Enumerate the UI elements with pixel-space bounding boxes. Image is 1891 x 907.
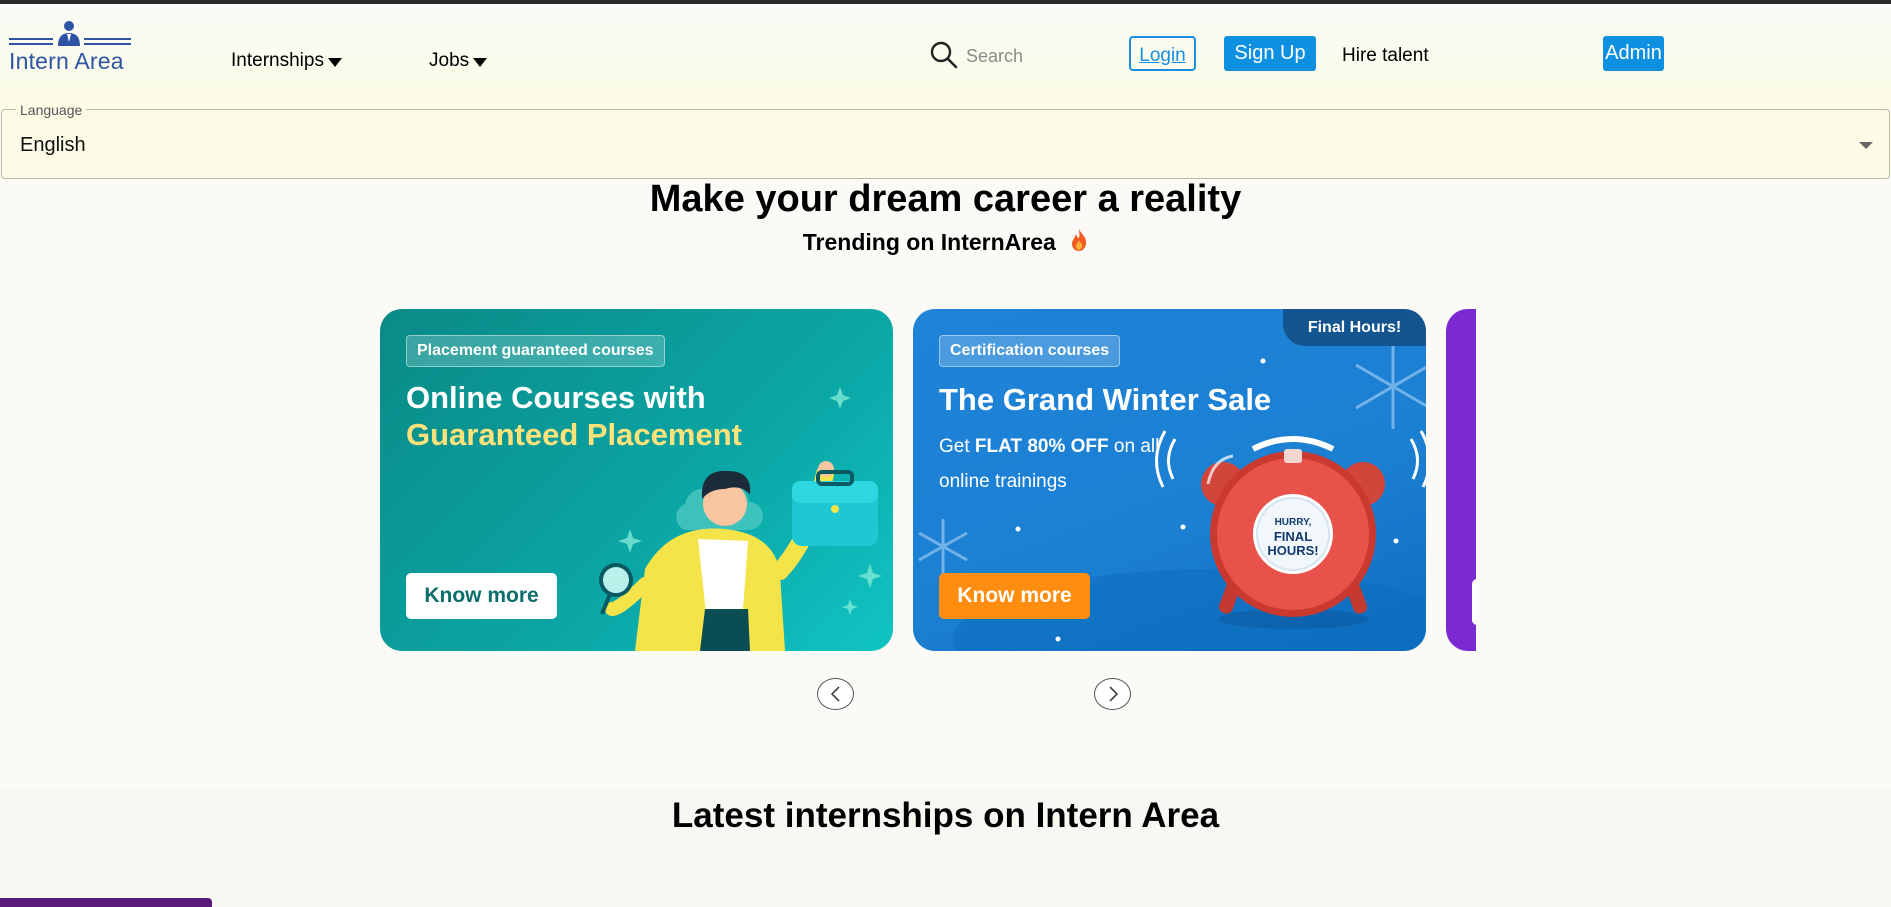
caret-down-icon: [327, 57, 342, 67]
caret-down-icon: [473, 57, 488, 67]
card-button-partial[interactable]: [1472, 579, 1476, 625]
clock-text-line3: HOURS!: [1267, 543, 1319, 558]
nav-jobs[interactable]: Jobs: [429, 50, 488, 72]
language-select[interactable]: Language English: [1, 102, 1890, 179]
know-more-button[interactable]: Know more: [406, 573, 557, 619]
language-selected-value: English: [20, 134, 86, 156]
trending-text: Trending on InternArea: [802, 229, 1056, 255]
logo-text: Intern Area: [9, 48, 124, 74]
language-legend: Language: [16, 102, 87, 118]
hire-talent-link[interactable]: Hire talent: [1342, 45, 1429, 67]
card-badge: Placement guaranteed courses: [406, 335, 665, 367]
final-hours-tag: Final Hours!: [1283, 309, 1426, 346]
admin-button[interactable]: Admin: [1603, 36, 1664, 71]
signup-button[interactable]: Sign Up: [1224, 36, 1316, 71]
intern-area-logo[interactable]: Intern Area: [9, 20, 133, 74]
search-icon[interactable]: [929, 40, 959, 70]
carousel-prev-button[interactable]: [817, 678, 854, 710]
card-subtitle-offer: FLAT 80% OFF: [974, 436, 1109, 457]
nav-internships-label: Internships: [231, 50, 324, 71]
course-card-winter-sale[interactable]: Final Hours! Certification courses The G…: [913, 309, 1426, 651]
clock-face-text: HURRY, FINAL HOURS!: [1257, 516, 1329, 558]
clock-text-line1: HURRY,: [1274, 517, 1312, 528]
chevron-right-icon: [1108, 686, 1118, 702]
card-subtitle: Get FLAT 80% OFF on all online trainings: [939, 429, 1199, 499]
latest-internships-heading: Latest internships on Intern Area: [671, 796, 1220, 835]
know-more-button[interactable]: Know more: [939, 573, 1090, 619]
course-card-partial[interactable]: [1446, 309, 1476, 651]
clock-text-line2: FINAL: [1273, 529, 1313, 544]
bottom-bar: [0, 898, 212, 907]
card-title-line2: Guaranteed Placement: [406, 417, 742, 452]
card-title-line1: Online Courses with: [406, 380, 706, 415]
trending-heading: Trending on InternArea: [0, 228, 1891, 256]
card-subtitle-prefix: Get: [939, 436, 975, 457]
logo-person-icon: [9, 21, 131, 46]
courses-carousel: Placement guaranteed courses Online Cour…: [380, 309, 1476, 651]
card-badge: Certification courses: [939, 335, 1121, 367]
hero-title: Make your dream career a reality: [649, 178, 1242, 220]
search-input[interactable]: [966, 42, 1096, 70]
carousel-next-button[interactable]: [1094, 678, 1131, 710]
nav-jobs-label: Jobs: [429, 50, 470, 71]
login-button[interactable]: Login: [1129, 36, 1196, 71]
fire-icon: [1072, 229, 1087, 251]
course-card-placement[interactable]: Placement guaranteed courses Online Cour…: [380, 309, 893, 651]
dropdown-arrow-icon[interactable]: [1859, 142, 1873, 149]
nav-internships[interactable]: Internships: [231, 50, 342, 72]
card-title: The Grand Winter Sale: [939, 382, 1272, 417]
header: Intern Area Internships Jobs Login Sign …: [0, 4, 1891, 108]
chevron-left-icon: [830, 686, 840, 702]
